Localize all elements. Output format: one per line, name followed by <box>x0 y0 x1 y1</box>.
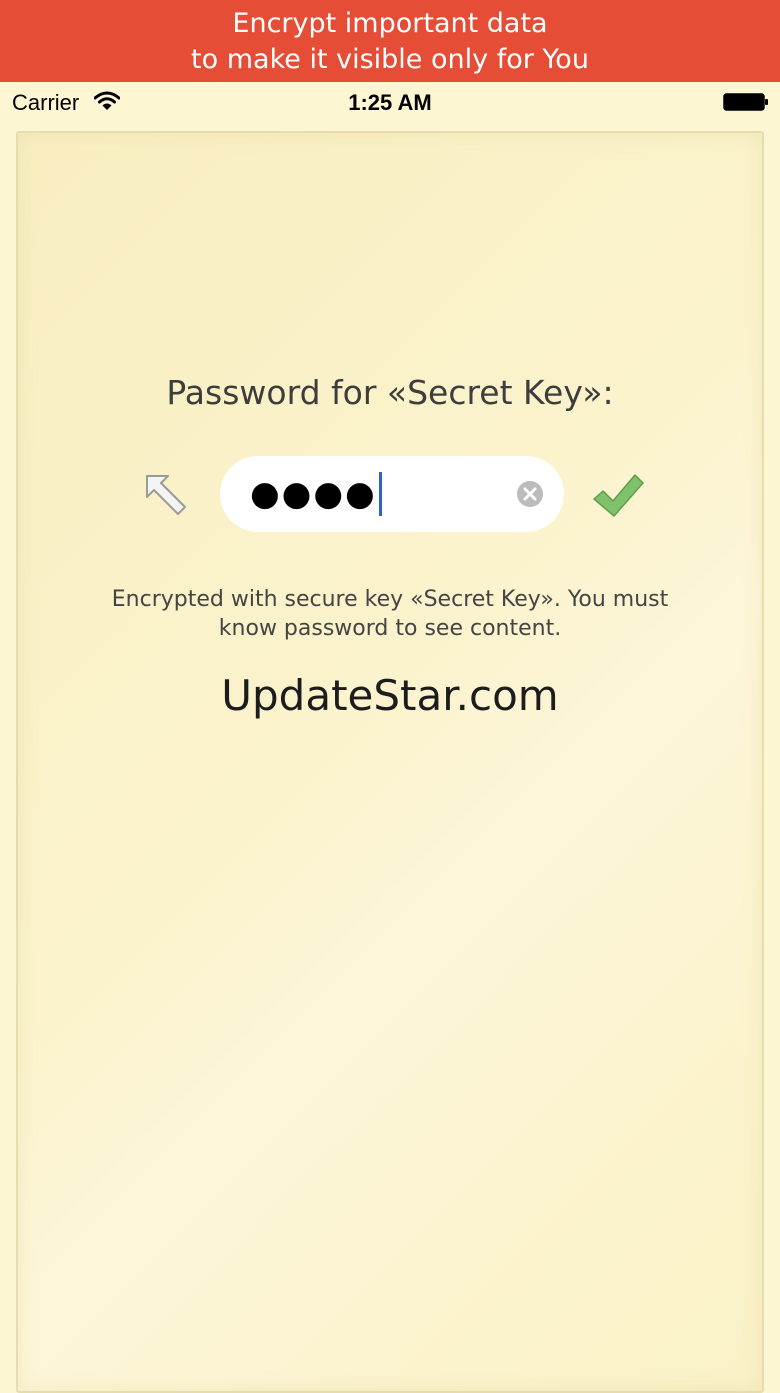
encryption-info: Encrypted with secure key «Secret Key». … <box>111 587 669 641</box>
banner-line-2: to make it visible only for You <box>191 44 589 75</box>
promo-banner: Encrypt important data to make it visibl… <box>0 0 780 82</box>
banner-line-1: Encrypt important data <box>232 8 548 39</box>
checkmark-icon[interactable] <box>591 470 645 520</box>
note-panel: Password for «Secret Key»: ●●●● Encrypte… <box>16 131 764 1393</box>
status-bar: Carrier 1:25 AM <box>0 82 780 124</box>
status-time: 1:25 AM <box>348 90 432 115</box>
clear-circle-icon[interactable] <box>516 480 544 508</box>
watermark-text: UpdateStar.com <box>221 671 559 720</box>
text-caret <box>378 472 382 516</box>
battery-icon <box>723 93 768 111</box>
password-prompt: Password for «Secret Key»: <box>166 373 614 412</box>
password-field[interactable]: ●●●● <box>220 456 564 532</box>
arrow-up-left-icon[interactable] <box>144 473 190 519</box>
password-input[interactable]: ●●●● <box>250 472 382 516</box>
password-dots: ●●●● <box>250 474 377 514</box>
